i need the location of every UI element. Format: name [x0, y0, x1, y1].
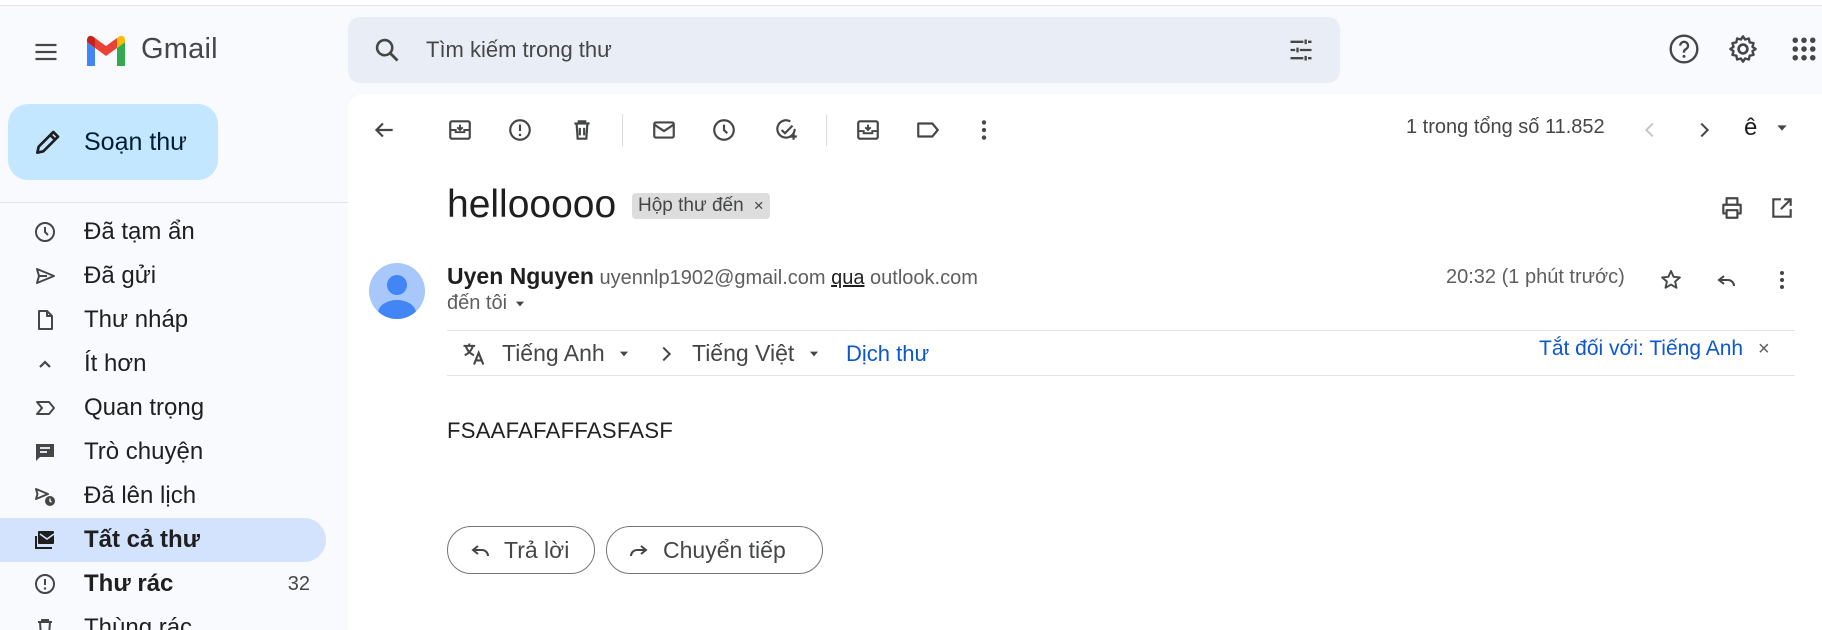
spam-count-badge: 32: [287, 572, 310, 595]
target-language-label: Tiếng Việt: [692, 340, 795, 366]
sidebar-item-label: Đã tạm ẩn: [84, 218, 195, 245]
sidebar-item-label: Quan trọng: [84, 394, 205, 421]
pager-text: 1 trong tổng số 11.852: [1406, 116, 1605, 138]
sidebar-item-label: Thư nháp: [84, 306, 189, 333]
snooze-clock-icon[interactable]: [704, 110, 744, 150]
sidebar-item-label: Ít hơn: [84, 350, 147, 377]
reply-icon: [471, 545, 489, 557]
toolbar-divider: [826, 114, 827, 146]
sidebar-item-trash[interactable]: Thùng rác: [0, 606, 326, 630]
spam-icon: [30, 569, 60, 599]
sender-email: uyennlp1902@gmail.com: [599, 267, 826, 289]
sidebar-item-label: Trò chuyện: [84, 438, 204, 465]
turn-off-translation-link[interactable]: Tắt đối với: Tiếng Anh: [1539, 337, 1743, 361]
sidebar-item-label: Thư rác: [84, 570, 174, 597]
app-name: Gmail: [141, 33, 218, 65]
pencil-icon: [36, 130, 60, 154]
chevron-up-icon: [30, 349, 60, 379]
add-to-tasks-icon[interactable]: [766, 110, 806, 150]
sidebar-item-label: Tất cả thư: [84, 526, 201, 553]
send-icon: [30, 261, 60, 291]
sidebar-item-scheduled[interactable]: Đã lên lịch: [0, 474, 326, 518]
recipients-text: đến tôi: [447, 292, 508, 314]
window-top-edge: [0, 0, 1822, 6]
important-icon: [30, 393, 60, 423]
print-icon[interactable]: [1712, 188, 1752, 228]
sender-avatar[interactable]: [369, 263, 425, 319]
message-subject: hellooooo: [447, 183, 617, 226]
label-chip-text: Hộp thư đến: [638, 195, 744, 216]
archive-icon[interactable]: [440, 110, 480, 150]
source-language-select[interactable]: Tiếng Anh: [502, 340, 605, 367]
via-domain: outlook.com: [870, 267, 978, 289]
gmail-logo-icon[interactable]: [84, 34, 128, 68]
forward-button[interactable]: Chuyển tiếp: [606, 526, 823, 574]
search-options-icon[interactable]: [1284, 33, 1318, 67]
chat-icon: [30, 437, 60, 467]
caret-down-icon[interactable]: [1770, 116, 1794, 140]
all-mail-icon: [30, 525, 60, 555]
trash-icon: [30, 613, 60, 630]
translate-message-link[interactable]: Dịch thư: [846, 341, 929, 367]
mark-unread-icon[interactable]: [644, 110, 684, 150]
reply-label: Trả lời: [504, 536, 570, 563]
compose-label: Soạn thư: [84, 127, 187, 156]
caret-down-icon[interactable]: [614, 344, 634, 364]
sidebar-item-chats[interactable]: Trò chuyện: [0, 430, 326, 474]
sidebar-item-important[interactable]: Quan trọng: [0, 386, 326, 430]
star-icon[interactable]: [1651, 260, 1691, 300]
reply-icon[interactable]: [1706, 260, 1746, 300]
via-link[interactable]: qua: [831, 267, 864, 289]
clock-icon: [30, 217, 60, 247]
reply-button[interactable]: Trả lời: [447, 526, 595, 574]
google-apps-icon[interactable]: [1785, 30, 1822, 68]
caret-down-icon: [515, 301, 525, 306]
more-vert-icon[interactable]: [1762, 260, 1802, 300]
more-vert-icon[interactable]: [964, 110, 1004, 150]
sidebar-item-label: Thùng rác: [84, 614, 193, 630]
toolbar-divider: [622, 114, 623, 146]
report-spam-icon[interactable]: [500, 110, 540, 150]
input-tools-toggle[interactable]: ê: [1744, 114, 1757, 142]
recipients-toggle[interactable]: đến tôi: [447, 292, 527, 315]
source-language-label: Tiếng Anh: [502, 340, 605, 366]
draft-icon: [30, 305, 60, 335]
open-in-new-window-icon[interactable]: [1762, 188, 1802, 228]
sidebar-item-label: Đã lên lịch: [84, 482, 197, 509]
older-chevron-right-icon[interactable]: [1684, 110, 1724, 150]
remove-label-icon[interactable]: ×: [754, 196, 764, 216]
search-icon[interactable]: [370, 33, 404, 67]
sidebar-item-less[interactable]: Ít hơn: [0, 342, 326, 386]
chevron-right-icon: [652, 340, 680, 368]
sender-name[interactable]: Uyen Nguyen: [447, 263, 594, 289]
sidebar-item-spam[interactable]: Thư rác 32: [0, 562, 326, 606]
translate-icon: [458, 338, 490, 370]
message-body: FSAAFAFAFFASFASF: [447, 418, 674, 443]
inbox-label-chip[interactable]: Hộp thư đến ×: [632, 193, 770, 219]
delete-icon[interactable]: [562, 110, 602, 150]
move-to-icon[interactable]: [848, 110, 888, 150]
forward-label: Chuyển tiếp: [663, 536, 786, 563]
newer-chevron-left-icon[interactable]: [1630, 110, 1670, 150]
back-arrow-icon[interactable]: [364, 110, 404, 150]
scheduled-icon: [30, 481, 60, 511]
sidebar-item-snoozed[interactable]: Đã tạm ẩn: [0, 210, 326, 254]
sidebar-item-sent[interactable]: Đã gửi: [0, 254, 326, 298]
compose-button[interactable]: Soạn thư: [8, 104, 218, 180]
sender-line: Uyen Nguyen uyennlp1902@gmail.com qua ou…: [447, 263, 978, 290]
message-timestamp: 20:32 (1 phút trước): [1446, 266, 1625, 288]
forward-icon: [630, 545, 648, 557]
caret-down-icon[interactable]: [804, 344, 824, 364]
help-icon[interactable]: [1665, 30, 1703, 68]
sidebar-item-all-mail[interactable]: Tất cả thư: [0, 518, 326, 562]
target-language-select[interactable]: Tiếng Việt: [692, 340, 794, 367]
sidebar-divider: [0, 202, 348, 203]
label-icon[interactable]: [908, 110, 948, 150]
search-input[interactable]: [426, 36, 1226, 64]
main-menu-icon[interactable]: [26, 32, 66, 72]
close-translation-bar-icon[interactable]: ×: [1758, 338, 1770, 361]
sidebar-item-drafts[interactable]: Thư nháp: [0, 298, 326, 342]
settings-gear-icon[interactable]: [1724, 30, 1762, 68]
sidebar-item-label: Đã gửi: [84, 262, 157, 289]
